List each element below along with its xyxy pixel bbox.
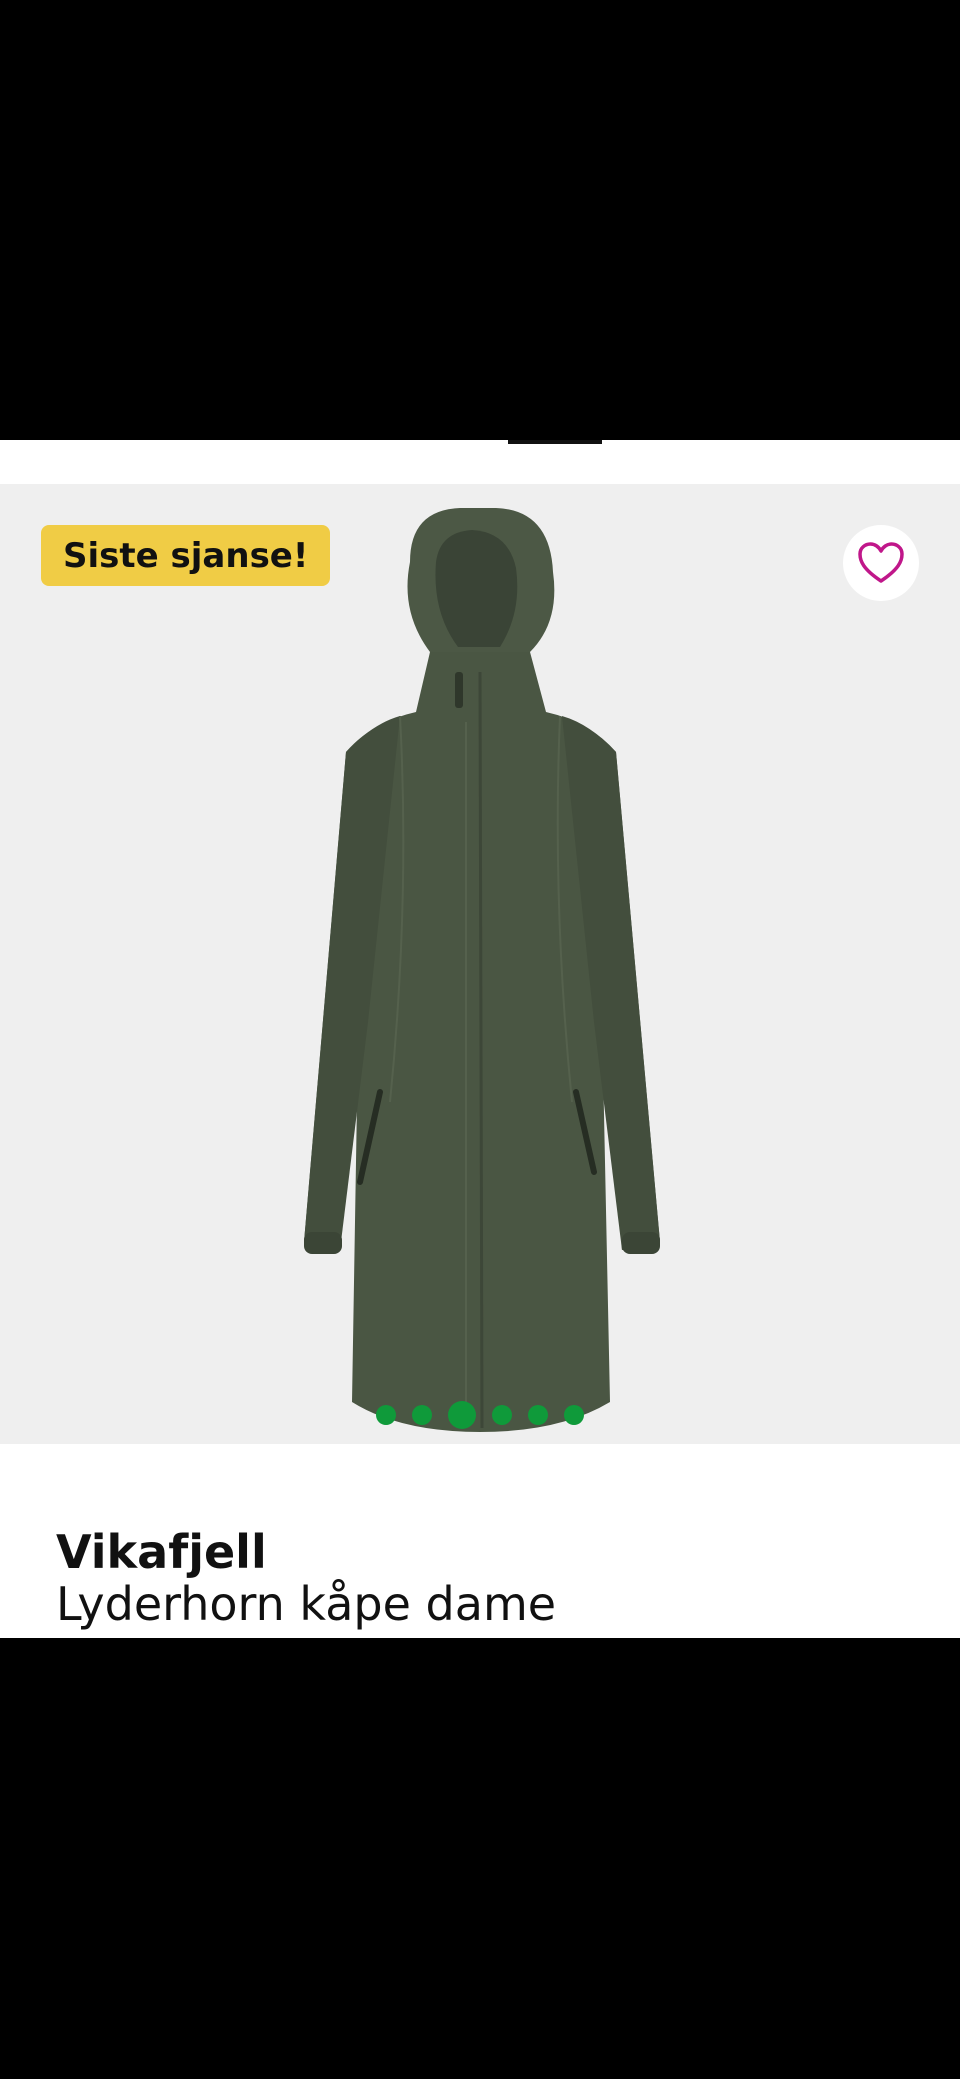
bottom-overlay bbox=[0, 1638, 960, 2079]
carousel-dot-3-active[interactable] bbox=[448, 1401, 476, 1429]
carousel-dot-4[interactable] bbox=[492, 1405, 512, 1425]
product-image-gallery[interactable]: Siste sjanse! bbox=[0, 484, 960, 1444]
product-title: Lyderhorn kåpe dame bbox=[56, 1577, 557, 1631]
product-page: Siste sjanse! Vikafjell Lyderhorn kåpe d… bbox=[0, 440, 960, 1638]
product-image bbox=[304, 508, 660, 1432]
carousel-indicators bbox=[0, 1400, 960, 1430]
product-brand[interactable]: Vikafjell bbox=[56, 1525, 267, 1579]
carousel-dot-6[interactable] bbox=[564, 1405, 584, 1425]
header-strip bbox=[0, 440, 960, 484]
carousel-dot-1[interactable] bbox=[376, 1405, 396, 1425]
top-overlay bbox=[0, 0, 960, 440]
header-logo-fragment bbox=[508, 440, 602, 444]
carousel-dot-5[interactable] bbox=[528, 1405, 548, 1425]
sale-badge: Siste sjanse! bbox=[41, 525, 331, 586]
favorite-button[interactable] bbox=[843, 525, 919, 601]
carousel-dot-2[interactable] bbox=[412, 1405, 432, 1425]
heart-outline-icon bbox=[858, 542, 904, 583]
